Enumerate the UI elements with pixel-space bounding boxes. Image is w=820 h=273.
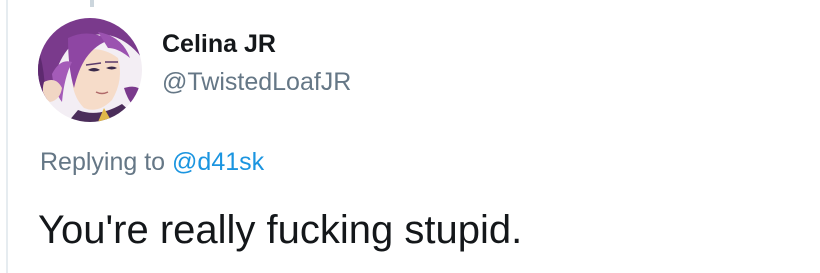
- replying-to-line: Replying to @d41sk: [40, 146, 264, 178]
- replying-to-mention-link[interactable]: @d41sk: [172, 148, 264, 176]
- author-handle[interactable]: @TwistedLoafJR: [162, 66, 351, 98]
- thread-connector-line: [6, 0, 8, 273]
- replying-to-prefix: Replying to: [40, 148, 166, 176]
- tweet-text: You're really fucking stupid.: [38, 208, 523, 252]
- author-display-name[interactable]: Celina JR: [162, 28, 276, 60]
- avatar[interactable]: [38, 18, 142, 122]
- anime-character-avatar-icon: [38, 18, 142, 122]
- thread-top-connector: [90, 0, 94, 7]
